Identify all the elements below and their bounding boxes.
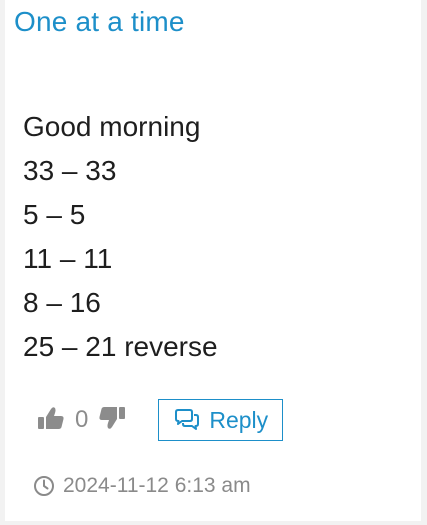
thumbs-up-icon [36, 403, 66, 438]
post-actions: 0 Reply [35, 398, 284, 442]
vote-count: 0 [75, 406, 89, 433]
post-content-line: 5 – 5 [23, 199, 86, 230]
post-timestamp: 2024-11-12 6:13 am [63, 474, 251, 497]
comments-icon [173, 408, 201, 432]
post-content-line: 8 – 16 [23, 287, 101, 318]
topic-title-link[interactable]: One at a time [14, 6, 185, 38]
reply-button-label: Reply [209, 406, 269, 433]
thumbs-down-icon [97, 403, 127, 438]
post-card: One at a time Good morning 33 – 33 5 – 5… [5, 0, 421, 521]
vote-down-button[interactable] [96, 404, 128, 436]
post-meta: 2024-11-12 6:13 am [33, 474, 251, 498]
vote-up-button[interactable] [35, 404, 67, 436]
reply-button[interactable]: Reply [158, 399, 284, 441]
post-content-line: 25 – 21 reverse [23, 331, 218, 362]
post-content: Good morning 33 – 33 5 – 5 11 – 11 8 – 1… [23, 105, 218, 369]
clock-icon [33, 475, 55, 497]
post-content-line: 33 – 33 [23, 155, 117, 186]
post-content-line: Good morning [23, 111, 201, 142]
post-content-line: 11 – 11 [23, 243, 113, 274]
